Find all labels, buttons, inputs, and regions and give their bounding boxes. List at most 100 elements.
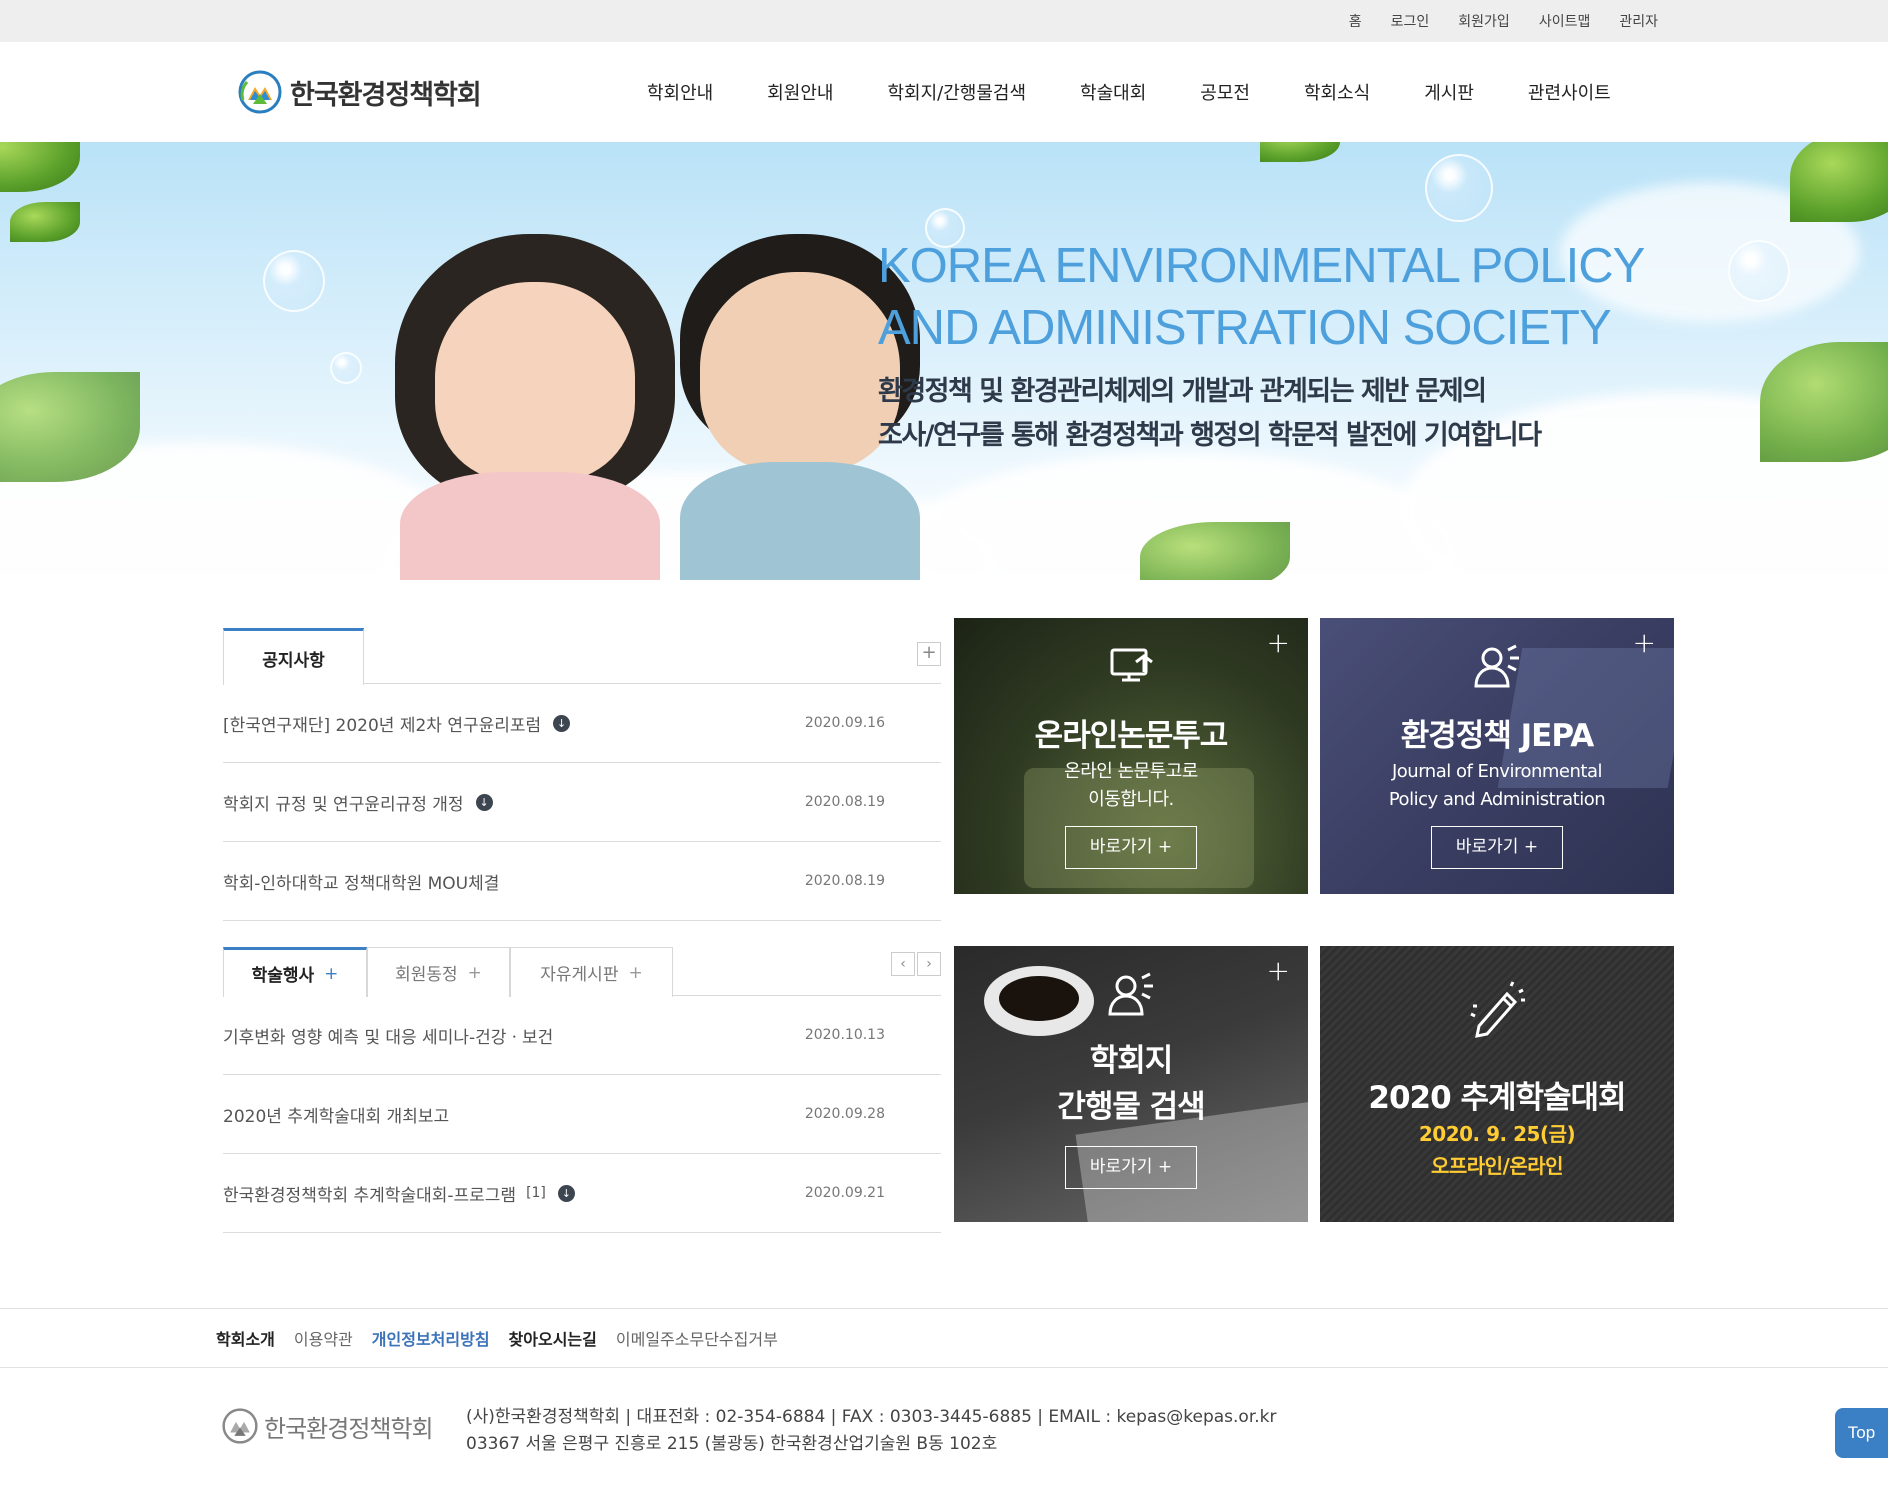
bubble-decoration <box>330 352 362 384</box>
tile-title-line: 학회지 <box>1089 1043 1174 1079</box>
list-item[interactable]: 2020년 추계학술대회 개최보고 2020.09.28 <box>223 1075 941 1154</box>
nav-item-board[interactable]: 게시판 <box>1397 79 1501 105</box>
footer-link-privacy[interactable]: 개인정보처리방침 <box>372 1326 490 1350</box>
list-item[interactable]: 학회-인하대학교 정책대학원 MOU체결 2020.08.19 <box>223 842 941 921</box>
nav-item-conference[interactable]: 학술대회 <box>1053 79 1173 105</box>
util-link-join[interactable]: 회원가입 <box>1458 11 1510 31</box>
footer-links-bar: 학회소개 이용약관 개인정보처리방침 찾아오시는길 이메일주소무단수집거부 <box>0 1308 1888 1368</box>
computer-upload-icon <box>1110 648 1153 682</box>
tab-label: 자유게시판 <box>540 965 619 985</box>
list-item-title: 2020년 추계학술대회 개최보고 <box>223 1102 449 1127</box>
tab-label: 회원동정 <box>395 965 458 985</box>
list-item-text: 학회지 규정 및 연구윤리규정 개정 <box>223 794 464 815</box>
download-icon[interactable]: ↓ <box>553 714 571 732</box>
tile-description-line: Policy and Administration <box>1388 789 1606 810</box>
footer-logo-emblem-icon <box>222 1408 258 1444</box>
list-item-title: 기후변화 영향 예측 및 대응 세미나-건강ㆍ보건 <box>223 1023 553 1048</box>
list-item-title: 학회지 규정 및 연구윤리규정 개정 ↓ <box>223 790 493 815</box>
footer-link-about[interactable]: 학회소개 <box>216 1326 275 1350</box>
boy-body <box>680 462 920 580</box>
list-item-date: 2020.09.28 <box>804 1106 885 1122</box>
tile-description-line: 온라인 논문투고로 <box>1064 761 1198 782</box>
tile-jepa[interactable]: + 환경정책 JEPA Journal of Environmental Pol… <box>1320 618 1674 894</box>
events-tabs: 학술행사 + 회원동정 + 자유게시판 + ‹ › <box>223 940 941 997</box>
tile-journal-search[interactable]: + 학회지 간행물 검색 바로가기 + <box>954 946 1308 1222</box>
leaf-decoration <box>1790 142 1888 222</box>
go-button[interactable]: 바로가기 + <box>1065 1146 1197 1189</box>
list-item[interactable]: 한국환경정책학회 추계학술대회-프로그램 [1] ↓ 2020.09.21 <box>223 1154 941 1233</box>
prev-arrow-button[interactable]: ‹ <box>891 952 915 976</box>
tab-academic-events[interactable]: 학술행사 + <box>223 947 367 997</box>
download-icon[interactable]: ↓ <box>475 793 493 811</box>
footer-link-directions[interactable]: 찾아오시는길 <box>509 1326 597 1350</box>
tile-online-paper[interactable]: + 온라인논문투고 온라인 논문투고로 이동합니다. 바로가기 + <box>954 618 1308 894</box>
tab-label: 학술행사 <box>251 966 315 986</box>
footer-logo-text: 한국환경정책학회 <box>264 1414 434 1443</box>
tab-member-news[interactable]: 회원동정 + <box>367 947 510 997</box>
site-logo[interactable]: 한국환경정책학회 <box>238 70 482 114</box>
nav-item-contest[interactable]: 공모전 <box>1173 79 1277 105</box>
list-item-date: 2020.08.19 <box>804 873 885 889</box>
tile-conference[interactable]: 2020 추계학술대회 2020. 9. 25(금) 오프라인/온라인 <box>1320 946 1674 1222</box>
next-arrow-button[interactable]: › <box>917 952 941 976</box>
girl-body <box>400 472 660 580</box>
tile-title-line: 간행물 검색 <box>1057 1089 1205 1125</box>
bubble-decoration <box>263 250 325 312</box>
tab-notice[interactable]: 공지사항 <box>223 628 364 685</box>
tile-title: 환경정책 JEPA <box>1400 718 1594 754</box>
hero-title-line: KOREA ENVIRONMENTAL POLICY <box>878 239 1645 293</box>
nav-item-related-sites[interactable]: 관련사이트 <box>1501 79 1638 105</box>
logo-text: 한국환경정책학회 <box>290 79 482 111</box>
girl-face <box>435 282 635 482</box>
list-item[interactable]: 기후변화 영향 예측 및 대응 세미나-건강ㆍ보건 2020.10.13 <box>223 996 941 1075</box>
list-item[interactable]: 학회지 규정 및 연구윤리규정 개정 ↓ 2020.08.19 <box>223 763 941 842</box>
nav-item-about[interactable]: 학회안내 <box>620 79 740 105</box>
tile-plus-icon[interactable]: + <box>1633 626 1656 659</box>
tile-title: 학회지 간행물 검색 <box>954 1038 1308 1130</box>
leaf-decoration <box>1760 342 1888 462</box>
conference-date: 2020. 9. 25(금) <box>1418 1122 1576 1146</box>
footer-nav: 학회소개 이용약관 개인정보처리방침 찾아오시는길 이메일주소무단수집거부 <box>216 1309 797 1367</box>
util-link-admin[interactable]: 관리자 <box>1619 11 1658 31</box>
tile-plus-icon[interactable]: + <box>1267 954 1290 987</box>
list-item-date: 2020.08.19 <box>804 794 885 810</box>
leaf-decoration <box>10 202 80 242</box>
leaf-decoration <box>1260 142 1340 162</box>
hero-title: KOREA ENVIRONMENTAL POLICY AND ADMINISTR… <box>878 235 1778 359</box>
leaf-decoration <box>1140 522 1290 580</box>
main-nav: 학회안내 회원안내 학회지/간행물검색 학술대회 공모전 학회소식 게시판 관련… <box>620 42 1638 142</box>
scroll-top-button[interactable]: Top <box>1835 1408 1888 1458</box>
bubble-decoration <box>1425 154 1493 222</box>
hero-subtitle: 환경정책 및 환경관리체제의 개발과 관계되는 제반 문제의 조사/연구를 통해… <box>878 370 1778 458</box>
list-item-text: 2020년 추계학술대회 개최보고 <box>223 1106 450 1127</box>
plus-icon: + <box>467 962 482 983</box>
hero-subtitle-line: 조사/연구를 통해 환경정책과 행정의 학문적 발전에 기여합니다 <box>878 420 1542 451</box>
footer-link-terms[interactable]: 이용약관 <box>294 1326 353 1350</box>
comment-count: [1] <box>526 1185 546 1201</box>
hero-banner: KOREA ENVIRONMENTAL POLICY AND ADMINISTR… <box>0 142 1888 580</box>
list-item-date: 2020.09.21 <box>804 1185 885 1201</box>
list-item-text: 한국환경정책학회 추계학술대회-프로그램 <box>223 1185 517 1206</box>
tile-plus-icon[interactable]: + <box>1267 626 1290 659</box>
list-item-date: 2020.10.13 <box>804 1027 885 1043</box>
util-link-sitemap[interactable]: 사이트맵 <box>1539 11 1591 31</box>
list-item[interactable]: [한국연구재단] 2020년 제2차 연구윤리포럼 ↓ 2020.09.16 <box>223 684 941 763</box>
tile-title: 온라인논문투고 <box>1034 718 1229 754</box>
footer-link-email-refusal[interactable]: 이메일주소무단수집거부 <box>616 1326 778 1350</box>
tab-arrows: ‹ › <box>889 952 941 976</box>
download-icon[interactable]: ↓ <box>557 1184 575 1202</box>
go-button[interactable]: 바로가기 + <box>1431 826 1563 869</box>
notice-more-button[interactable]: + <box>917 642 941 666</box>
hero-title-line: AND ADMINISTRATION SOCIETY <box>878 301 1612 355</box>
nav-item-news[interactable]: 학회소식 <box>1277 79 1397 105</box>
go-button[interactable]: 바로가기 + <box>1065 826 1197 869</box>
list-item-date: 2020.09.16 <box>804 715 885 731</box>
tab-free-board[interactable]: 자유게시판 + <box>510 947 673 997</box>
util-link-login[interactable]: 로그인 <box>1391 11 1430 31</box>
site-header: 한국환경정책학회 학회안내 회원안내 학회지/간행물검색 학술대회 공모전 학회… <box>0 42 1888 142</box>
nav-item-journal-search[interactable]: 학회지/간행물검색 <box>861 79 1054 105</box>
nav-item-membership[interactable]: 회원안내 <box>740 79 860 105</box>
conference-mode: 오프라인/온라인 <box>1430 1154 1564 1178</box>
events-board: 학술행사 + 회원동정 + 자유게시판 + ‹ › 기후변화 영향 예측 및 대응 세… <box>223 940 941 1233</box>
util-link-home[interactable]: 홈 <box>1349 11 1362 31</box>
